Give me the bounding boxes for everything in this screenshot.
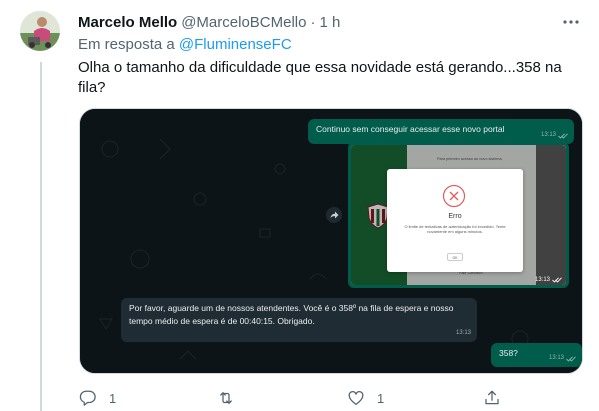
forward-icon[interactable] (326, 207, 342, 223)
retweet-action[interactable] (217, 388, 247, 408)
share-icon (485, 390, 499, 405)
error-modal: Erro O limite de tentativas de autentica… (387, 169, 523, 272)
message-meta: 13:13 (456, 327, 471, 340)
avatar-photo (20, 11, 60, 51)
message-meta: 13:13 (535, 277, 562, 283)
reply-count: 1 (109, 390, 117, 406)
message-text: Continuo sem conseguir acessar esse novo… (316, 124, 505, 134)
error-icon (442, 184, 466, 208)
message-time: 13:13 (534, 277, 550, 283)
more-options-icon[interactable] (561, 12, 581, 32)
like-count: 1 (377, 390, 385, 406)
message-bubble-incoming[interactable]: Por favor, aguarde um de nossos atendent… (121, 298, 477, 342)
modal-title: Erro (448, 213, 462, 220)
modal-ok-button: OK (447, 253, 463, 261)
author-name[interactable]: Marcelo Mello (78, 14, 177, 31)
read-receipt-icon (558, 132, 568, 139)
like-action[interactable]: 1 (347, 388, 384, 408)
retweet-icon (220, 392, 232, 404)
tweet-header: Marcelo Mello @MarceloBCMello · 1 h (78, 12, 581, 32)
reply-prefix: Em resposta a (78, 36, 179, 53)
message-time: 13:13 (548, 355, 564, 361)
separator-dot: · (310, 13, 316, 31)
message-text: 358? (499, 348, 518, 358)
screenshot-image[interactable]: Para primeiro acesso ao novo sistema, Es… (351, 145, 566, 285)
message-time: 13:13 (455, 330, 471, 336)
tweet-actions: 1 1 (79, 388, 584, 408)
thread-line (40, 62, 42, 411)
tweet-media[interactable]: Continuo sem conseguir acessar esse novo… (79, 108, 583, 374)
share-action[interactable] (483, 388, 501, 408)
tweet-time[interactable]: 1 h (319, 14, 340, 31)
tweet-text: Olha o tamanho da dificuldade que essa n… (78, 59, 562, 96)
image-message[interactable]: Para primeiro acesso ao novo sistema, Es… (348, 142, 569, 288)
reply-mention-link[interactable]: @FluminenseFC (179, 36, 292, 53)
author-handle[interactable]: @MarceloBCMello (181, 14, 306, 31)
read-receipt-icon (552, 277, 562, 283)
message-bubble-outgoing[interactable]: Continuo sem conseguir acessar esse novo… (308, 119, 574, 144)
reply-action[interactable]: 1 (79, 388, 116, 408)
message-meta: 13:13 (549, 352, 576, 365)
message-bubble-outgoing[interactable]: 358? 13:13 (491, 343, 582, 367)
avatar[interactable] (20, 11, 60, 51)
message-meta: 13:13 (541, 129, 568, 142)
read-receipt-icon (566, 355, 576, 362)
reply-context: Em resposta a @FluminenseFC (78, 36, 292, 53)
message-time: 13:13 (540, 132, 556, 138)
message-text: Por favor, aguarde um de nossos atendent… (129, 303, 454, 326)
modal-message: O limite de tentativas de autenticação f… (404, 224, 506, 234)
reply-icon (79, 390, 96, 406)
heart-icon (348, 391, 364, 406)
